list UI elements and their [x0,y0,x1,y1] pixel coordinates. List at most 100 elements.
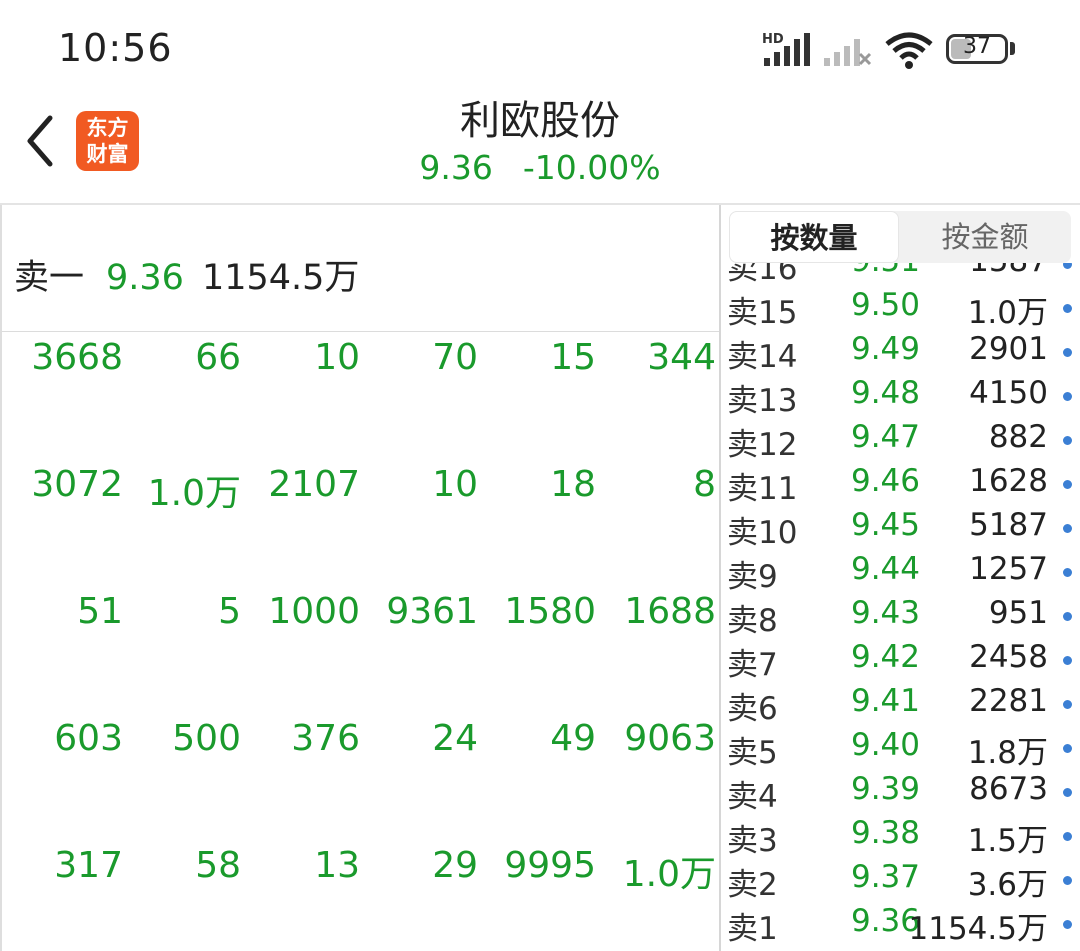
depth-row-dot [1063,568,1072,577]
depth-row-label: 卖2 [727,867,778,903]
queue-cell: 317 [54,845,123,886]
queue-row: 3072 1.0万 2107 10 18 8 [2,464,721,524]
signal-off-icon [824,39,872,66]
queue-row: 317 58 13 29 9995 1.0万 [2,845,721,905]
queue-cell: 51 [77,591,123,632]
queue-cell: 49 [550,718,596,759]
depth-row-price: 9.42 [850,639,920,675]
queue-cell: 58 [195,845,241,886]
stock-change: -10.00% [522,148,661,187]
ask1-label: 卖一 [14,258,85,298]
depth-row-label: 卖10 [727,515,798,551]
depth-row-price: 9.37 [850,859,920,895]
depth-row-price: 9.45 [850,507,920,543]
queue-cell: 603 [54,718,123,759]
svg-text:HD: HD [762,32,784,47]
depth-row-price: 9.47 [850,419,920,455]
depth-row: 卖12 9.47 882 [721,419,1080,463]
depth-row-volume: 1.5万 [967,823,1048,859]
queue-cell: 3072 [31,464,123,505]
tab-by-quantity[interactable]: 按数量 [729,211,899,263]
depth-row-dot [1063,876,1072,885]
signal-hd-icon: HD [762,32,810,66]
queue-cell: 9995 [504,845,596,886]
depth-tabs: 按数量 按金额 [729,211,1071,263]
battery-tip [1010,42,1015,55]
depth-row: 卖13 9.48 4150 [721,375,1080,419]
queue-cell: 10 [314,337,360,378]
stock-quote: 9.36 -10.00% [0,148,1080,187]
queue-cell: 24 [432,718,478,759]
depth-row: 卖10 9.45 5187 [721,507,1080,551]
depth-row-dot [1063,700,1072,709]
depth-row-volume: 2281 [969,683,1048,719]
depth-row-dot [1063,348,1072,357]
depth-row-dot [1063,524,1072,533]
depth-row-volume: 1.8万 [967,735,1048,771]
depth-row-volume: 2458 [969,639,1048,675]
depth-row-volume: 2901 [969,331,1048,367]
queue-cell: 376 [291,718,360,759]
depth-row-volume: 1.0万 [967,295,1048,331]
queue-cell: 9063 [624,718,716,759]
ask1-summary: 卖一 9.36 1154.5万 [14,249,359,300]
depth-row-volume: 3.6万 [967,867,1048,903]
queue-cell: 9361 [386,591,478,632]
depth-row-volume: 951 [988,595,1048,631]
queue-cell: 5 [218,591,241,632]
depth-row: 卖7 9.42 2458 [721,639,1080,683]
depth-row-price: 9.49 [850,331,920,367]
queue-row: 3668 66 10 70 15 344 [2,337,721,397]
depth-row-dot [1063,656,1072,665]
depth-row-price: 9.46 [850,463,920,499]
depth-row-label: 卖5 [727,735,778,771]
queue-cell: 344 [647,337,716,378]
depth-row-price: 9.41 [850,683,920,719]
depth-row-price: 9.43 [850,595,920,631]
battery-percent: 37 [963,34,991,59]
queue-cell: 1000 [268,591,360,632]
depth-panel: 卖16 9.51 1587 卖159.501.0万卖149.492901卖139… [721,205,1080,951]
depth-row: 卖9 9.44 1257 [721,551,1080,595]
queue-cell: 2107 [268,464,360,505]
battery-icon: 37 [946,34,1008,64]
depth-row-label: 卖6 [727,691,778,727]
depth-row: 卖6 9.41 2281 [721,683,1080,727]
depth-row-price: 9.40 [850,727,920,763]
depth-row-label: 卖9 [727,559,778,595]
depth-row-dot [1063,832,1072,841]
depth-row-volume: 1257 [969,551,1048,587]
depth-row: 卖8 9.43 951 [721,595,1080,639]
depth-row-label: 卖11 [727,471,798,507]
ask1-volume: 1154.5万 [201,258,360,298]
queue-cell: 10 [432,464,478,505]
queue-cell: 500 [172,718,241,759]
queue-cell: 1.0万 [622,854,716,895]
order-queue-panel: 卖一 9.36 1154.5万 3668 66 10 70 15 344 3072 1.0万 210… [0,205,721,951]
depth-row-label: 卖4 [727,779,778,815]
depth-row-volume: 4150 [969,375,1048,411]
queue-cell: 70 [432,337,478,378]
status-time: 10:56 [58,26,173,70]
depth-row-label: 卖14 [727,339,798,375]
queue-cell: 1.0万 [147,473,241,514]
depth-row-volume: 1628 [969,463,1048,499]
depth-row: 卖11 9.46 1628 [721,463,1080,507]
depth-row: 卖1 9.36 1154.5万 [721,903,1080,947]
depth-row-label: 卖13 [727,383,798,419]
depth-row-label: 卖15 [727,295,798,331]
left-divider [2,331,721,332]
ask1-price: 9.36 [106,258,184,298]
queue-cell: 3668 [31,337,123,378]
tab-by-amount[interactable]: 按金额 [899,211,1071,263]
depth-row-label: 卖8 [727,603,778,639]
depth-row: 卖4 9.39 8673 [721,771,1080,815]
depth-row-dot [1063,436,1072,445]
depth-row-dot [1063,480,1072,489]
queue-cell: 15 [550,337,596,378]
depth-row: 卖15 9.50 1.0万 [721,287,1080,331]
depth-row-dot [1063,612,1072,621]
queue-cell: 1688 [624,591,716,632]
depth-row: 卖3 9.38 1.5万 [721,815,1080,859]
queue-row: 603 500 376 24 49 9063 [2,718,721,778]
